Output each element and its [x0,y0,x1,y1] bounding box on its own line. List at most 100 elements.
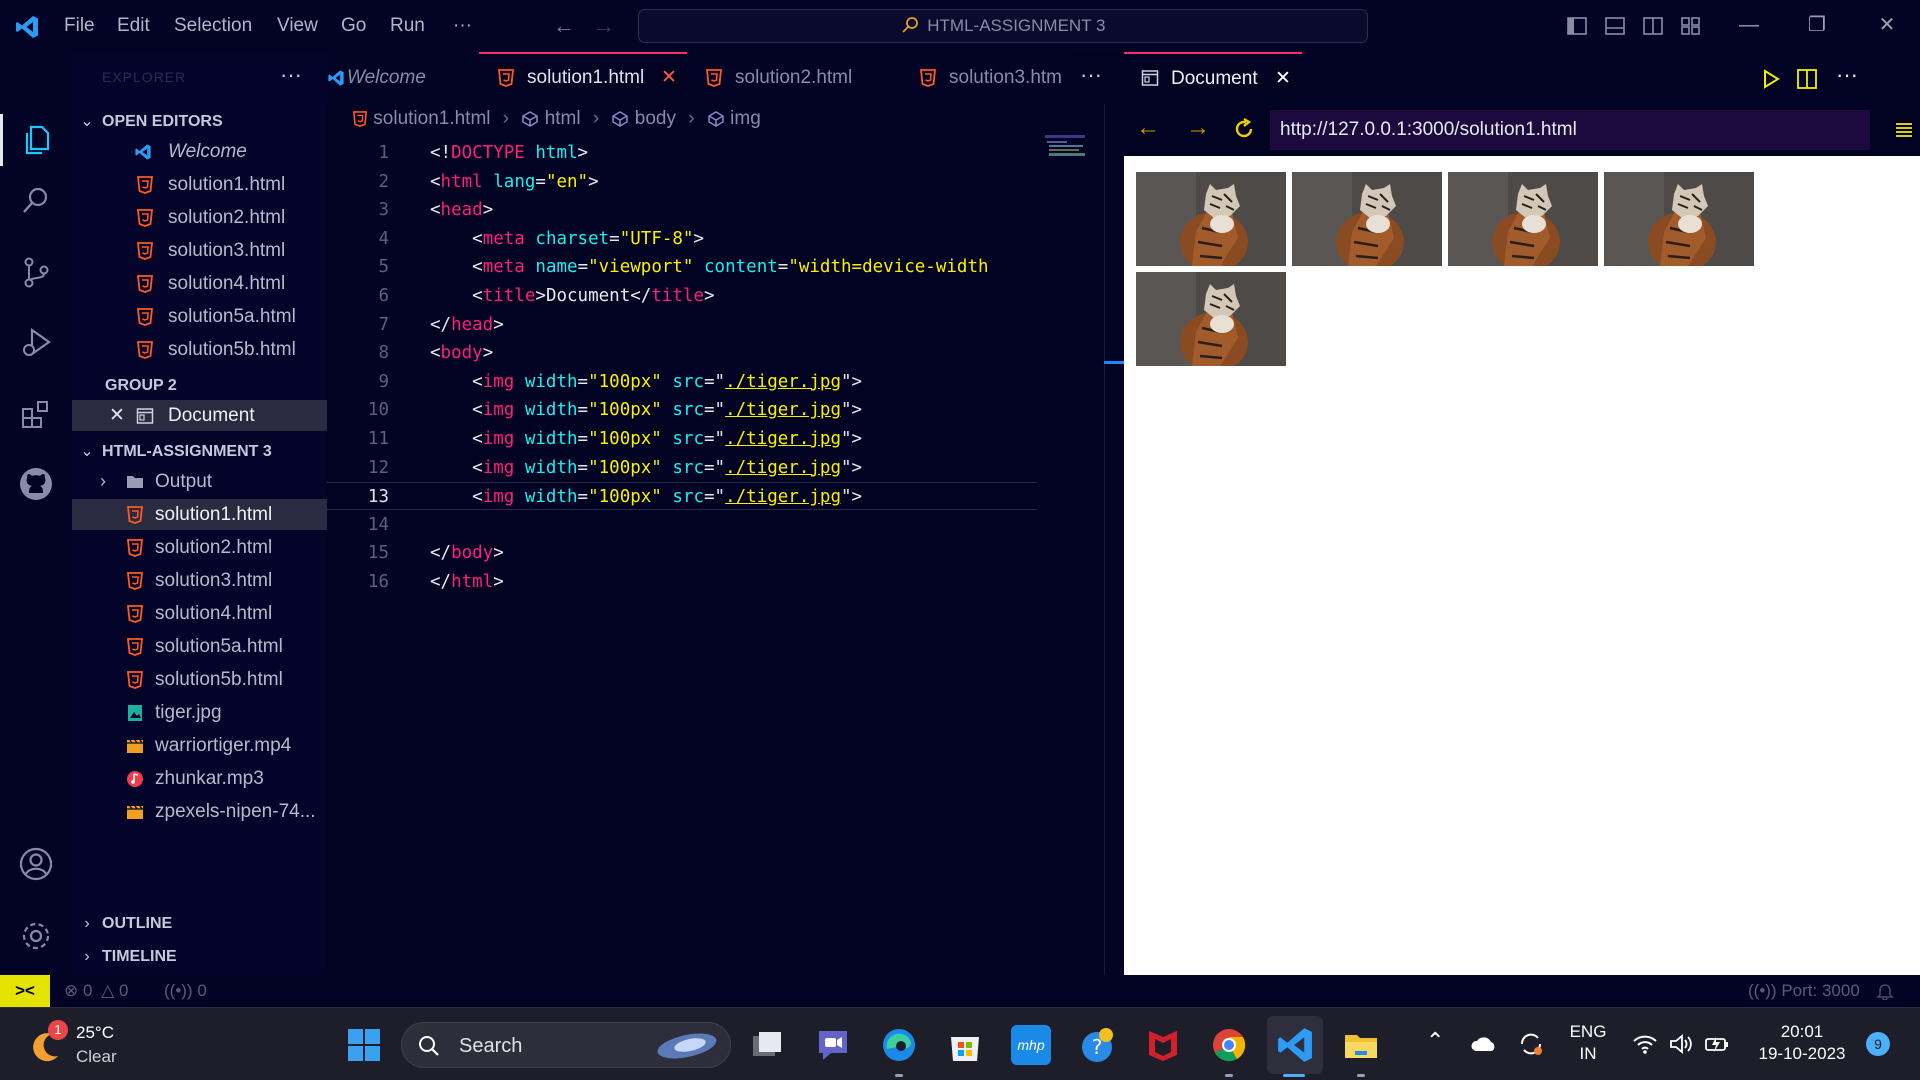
get-help-icon[interactable]: ? [1077,1025,1117,1065]
tab-document-preview[interactable]: Document ✕ [1124,52,1302,104]
windows-start-icon[interactable] [344,1025,384,1065]
folder-output[interactable]: › Output [72,466,327,497]
run-icon[interactable] [1761,69,1781,89]
volume-icon[interactable] [1668,1032,1694,1056]
running-indicator [1357,1074,1365,1077]
toggle-primary-sidebar-icon[interactable] [1566,15,1588,37]
reload-icon[interactable] [1232,117,1256,141]
explorer-more-actions[interactable]: ··· [280,62,302,88]
source-control-icon[interactable] [16,252,56,292]
myhp-app-icon[interactable]: mhp [1011,1025,1051,1065]
close-icon[interactable]: ✕ [109,400,125,431]
live-server-port[interactable]: ((•)) Port: 3000 [1748,975,1860,1007]
open-editor-item[interactable]: solution2.html [72,202,327,233]
minimap[interactable] [1045,135,1105,175]
tab-welcome[interactable]: Welcome [327,52,479,104]
taskbar-search[interactable]: Search [401,1022,731,1068]
onedrive-cloud-icon[interactable] [1470,1035,1498,1053]
notification-badge[interactable]: 9 [1866,1032,1890,1056]
menu-go[interactable]: Go [341,15,366,37]
file-item[interactable]: solution5b.html [72,664,327,695]
github-icon[interactable] [16,464,56,504]
command-center[interactable]: HTML-ASSIGNMENT 3 [638,9,1368,43]
breadcrumb-file[interactable]: solution1.html [373,108,490,129]
open-editor-document-preview[interactable]: ✕ Document [72,400,327,431]
menu-icon[interactable] [1894,120,1914,140]
open-editor-item[interactable]: solution5a.html [72,301,327,332]
clock[interactable]: 20:01 19-10-2023 [1750,1021,1854,1065]
file-item[interactable]: solution3.html [72,565,327,596]
toggle-secondary-sidebar-icon[interactable] [1642,15,1664,37]
edge-browser-icon[interactable] [879,1025,919,1065]
open-editor-item[interactable]: solution3.html [72,235,327,266]
remote-indicator-icon[interactable]: >< [0,975,50,1007]
menu-more[interactable]: ··· [453,15,472,37]
tab-close-icon[interactable]: ✕ [661,54,677,104]
timeline-header[interactable]: › TIMELINE [72,943,327,971]
file-item[interactable]: warriortiger.mp4 [72,730,327,761]
run-and-debug-icon[interactable] [16,322,56,362]
file-item[interactable]: zpexels-nipen-74... [72,796,327,827]
task-view-icon[interactable] [747,1025,787,1065]
battery-charging-icon[interactable] [1704,1032,1730,1056]
forward-arrow-icon[interactable]: → [593,13,615,39]
language-indicator[interactable]: ENG IN [1566,1021,1610,1065]
mcafee-icon[interactable] [1143,1025,1183,1065]
close-window-button[interactable]: ✕ [1867,10,1907,40]
outline-header[interactable]: › OUTLINE [72,910,327,938]
chrome-browser-icon[interactable] [1209,1025,1249,1065]
minimize-button[interactable]: — [1729,10,1769,40]
file-item[interactable]: solution4.html [72,598,327,629]
menu-view[interactable]: View [277,15,318,37]
back-arrow-icon[interactable]: ← [1136,114,1160,142]
file-item[interactable]: zhunkar.mp3 [72,763,327,794]
tab-solution2[interactable]: solution2.html [687,52,901,104]
open-editor-item[interactable]: solution1.html [72,169,327,200]
open-editors-header[interactable]: ⌄ OPEN EDITORS [72,108,327,136]
back-arrow-icon[interactable]: ← [553,13,575,39]
menu-file[interactable]: File [64,15,95,37]
toggle-panel-icon[interactable] [1604,15,1626,37]
tabs-more-actions[interactable]: ··· [1080,62,1102,88]
settings-gear-icon[interactable] [16,916,56,956]
breadcrumb-body[interactable]: body [635,108,676,129]
preview-more-actions[interactable]: ··· [1836,62,1858,88]
teams-chat-icon[interactable] [813,1025,853,1065]
explorer-icon[interactable] [16,120,56,160]
file-item[interactable]: solution5a.html [72,631,327,662]
forward-arrow-icon[interactable]: → [1186,114,1210,142]
tab-close-icon[interactable]: ✕ [1275,54,1291,104]
file-item[interactable]: solution1.html [72,499,327,530]
extensions-icon[interactable] [16,394,56,434]
errors-indicator[interactable]: ⊗ 0 △ 0 [64,975,128,1007]
file-explorer-icon[interactable] [1341,1025,1381,1065]
file-item[interactable]: tiger.jpg [72,697,327,728]
split-editor-icon[interactable] [1796,68,1818,90]
breadcrumb-html[interactable]: html [545,108,581,129]
workspace-folder-header[interactable]: ⌄ HTML-ASSIGNMENT 3 [72,438,327,466]
sync-icon[interactable] [1518,1032,1544,1056]
menu-selection[interactable]: Selection [174,15,252,37]
menu-edit[interactable]: Edit [117,15,150,37]
accounts-icon[interactable] [16,844,56,884]
url-input[interactable]: http://127.0.0.1:3000/solution1.html [1270,110,1870,150]
file-item[interactable]: solution2.html [72,532,327,563]
restore-button[interactable]: ❐ [1797,10,1837,40]
microsoft-store-icon[interactable] [945,1025,985,1065]
tab-solution3[interactable]: solution3.htm [901,52,1067,104]
vscode-taskbar-icon[interactable] [1275,1025,1315,1065]
open-editor-item[interactable]: solution4.html [72,268,327,299]
tab-solution1[interactable]: solution1.html ✕ [479,52,687,104]
wifi-icon[interactable] [1632,1032,1658,1056]
breadcrumb-img[interactable]: img [730,108,761,129]
chevron-up-icon[interactable]: ⌃ [1426,1028,1444,1054]
open-editor-welcome[interactable]: Welcome [72,136,327,167]
html-file-icon [126,506,144,524]
ports-indicator[interactable]: ((•)) 0 [164,975,207,1007]
search-icon[interactable] [16,180,56,220]
customize-layout-icon[interactable] [1680,15,1702,37]
bell-icon[interactable] [1876,982,1894,1000]
open-editor-item[interactable]: solution5b.html [72,334,327,365]
editor-divider[interactable] [1104,104,1105,975]
menu-run[interactable]: Run [390,15,425,37]
